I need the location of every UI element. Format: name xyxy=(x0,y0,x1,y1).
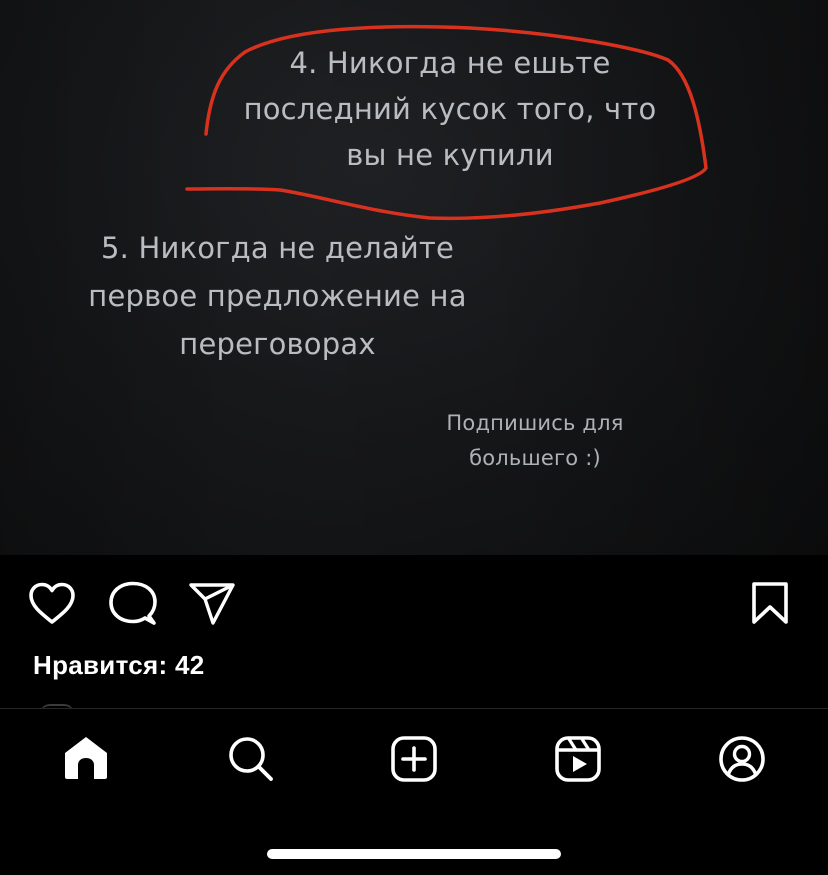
post-media[interactable]: 4. Никогда не ешьте последний кусок того… xyxy=(0,0,828,555)
post-action-bar xyxy=(0,555,828,650)
paper-plane-icon[interactable] xyxy=(188,582,236,626)
likes-count[interactable]: Нравится: 42 xyxy=(33,650,205,681)
bookmark-icon[interactable] xyxy=(750,581,790,625)
red-circle-annotation xyxy=(185,24,708,221)
search-icon[interactable] xyxy=(227,735,275,783)
reels-icon[interactable] xyxy=(554,735,602,783)
home-icon[interactable] xyxy=(62,735,110,781)
plus-square-icon[interactable] xyxy=(390,735,438,783)
comment-icon[interactable] xyxy=(108,581,158,627)
home-indicator[interactable] xyxy=(267,849,561,859)
profile-icon[interactable] xyxy=(718,735,766,783)
heart-icon[interactable] xyxy=(28,582,76,626)
